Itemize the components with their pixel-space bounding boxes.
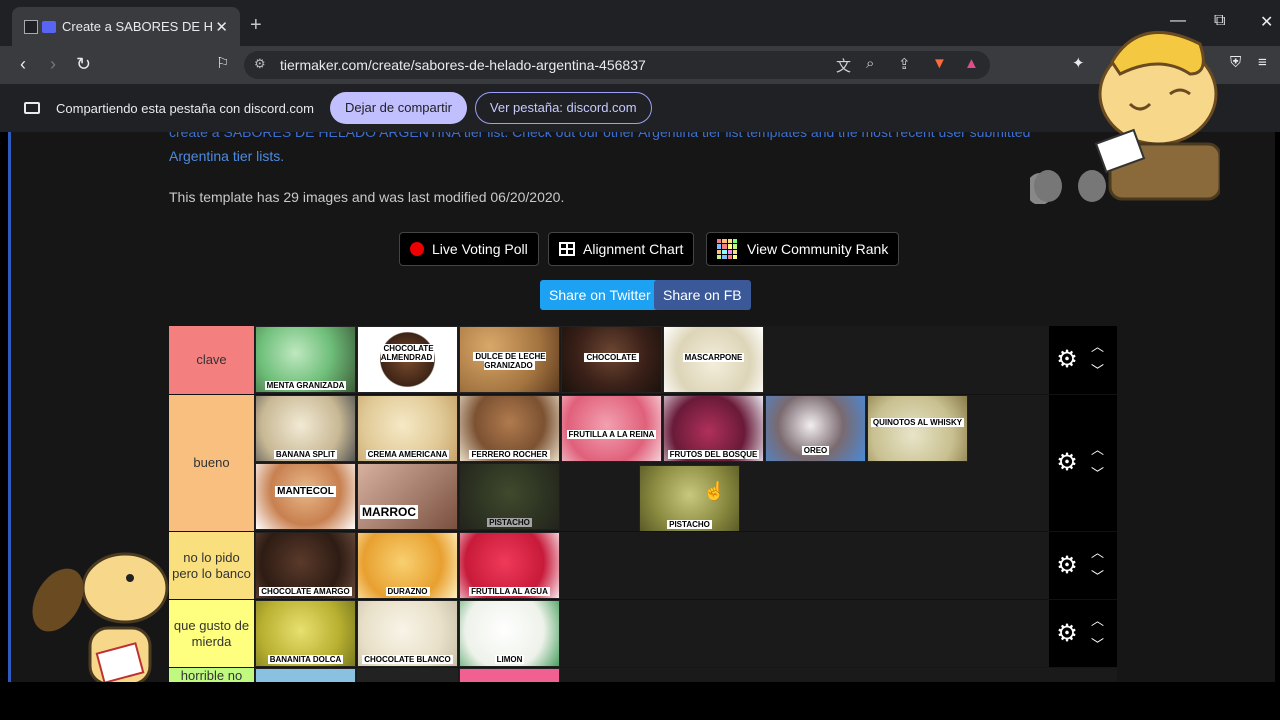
tier-item[interactable] — [357, 668, 458, 682]
move-up-icon[interactable]: ︿ — [1091, 610, 1104, 629]
tier-label[interactable]: que gusto de mierda — [169, 600, 254, 667]
tier-row-bueno: bueno BANANA SPLIT CREMA AMERICANA FERRE… — [169, 395, 1117, 532]
community-rank-label: View Community Rank — [747, 241, 889, 257]
forward-icon[interactable]: › — [50, 54, 56, 75]
tier-colors-icon — [717, 239, 737, 259]
stop-sharing-button[interactable]: Dejar de compartir — [329, 92, 467, 124]
record-icon — [410, 242, 424, 256]
tier-item[interactable] — [255, 668, 356, 682]
close-window-button[interactable]: ✕ — [1260, 12, 1273, 32]
menu-icon[interactable]: ≡ — [1258, 54, 1267, 71]
move-down-icon[interactable]: ﹀ — [1091, 463, 1104, 482]
community-rank-button[interactable]: View Community Rank — [706, 232, 900, 266]
tab-title: Create a SABORES DE HELADO ARGENTINA Tie… — [62, 19, 212, 34]
tier-item[interactable]: LIMON — [459, 600, 560, 667]
discord-share-icon — [42, 20, 56, 33]
tier-item[interactable]: FRUTILLA A LA REINA — [561, 395, 662, 462]
tier-item[interactable]: MARROC — [357, 463, 458, 530]
tier-row-clave: clave MENTA GRANIZADA CHOCOLATE ALMENDRA… — [169, 326, 1117, 394]
move-down-icon[interactable]: ﹀ — [1091, 360, 1104, 379]
tier-controls: ⚙ ︿ ﹀ — [1049, 532, 1117, 599]
tier-item[interactable]: OREO — [765, 395, 866, 462]
reload-icon[interactable]: ↻ — [76, 54, 91, 75]
brave-shield-icon[interactable]: ▼ — [932, 55, 947, 72]
move-up-icon[interactable]: ︿ — [1091, 336, 1104, 355]
settings-gear-icon[interactable]: ⚙ — [1055, 348, 1079, 372]
tier-row-no-lo-pido: no lo pido pero lo banco CHOCOLATE AMARG… — [169, 532, 1117, 599]
snoopy-overlay — [32, 552, 169, 686]
tier-label[interactable]: no lo pido pero lo banco — [169, 532, 254, 599]
tier-controls: ⚙ ︿ ﹀ — [1049, 395, 1117, 531]
tier-item[interactable]: MANTECOL — [255, 463, 356, 530]
view-tab-button[interactable]: Ver pestaña: discord.com — [474, 92, 652, 124]
url-text[interactable]: tiermaker.com/create/sabores-de-helado-a… — [280, 57, 646, 73]
tier-item[interactable]: CHOCOLATE AMARGO — [255, 532, 356, 599]
live-voting-button[interactable]: Live Voting Poll — [399, 232, 539, 266]
video-letterbox — [0, 682, 1280, 720]
argentina-tier-lists-link[interactable]: Argentina tier lists. — [169, 148, 284, 164]
address-bar[interactable]: ⚙ tiermaker.com/create/sabores-de-helado… — [244, 51, 990, 79]
settings-gear-icon[interactable]: ⚙ — [1055, 622, 1079, 646]
share-status-text: Compartiendo esta pestaña con discord.co… — [56, 100, 314, 116]
tier-item[interactable]: CREMA AMERICANA — [357, 395, 458, 462]
cartoon-character-overlay — [1030, 30, 1220, 204]
page-content: create a SABORES DE HELADO ARGENTINA tie… — [8, 132, 1275, 682]
move-down-icon[interactable]: ﹀ — [1091, 566, 1104, 585]
tier-item[interactable]: MENTA GRANIZADA — [255, 326, 356, 393]
cursor-hand-icon: ☝ — [703, 481, 726, 501]
share-twitter-button[interactable]: Share on Twitter — [540, 280, 660, 310]
tier-item[interactable]: FRUTOS DEL BOSQUE — [663, 395, 764, 462]
tiermaker-favicon-icon — [24, 19, 38, 34]
tier-label[interactable]: clave — [169, 326, 254, 394]
move-up-icon[interactable]: ︿ — [1091, 542, 1104, 561]
rewards-icon[interactable]: ▲ — [964, 55, 979, 72]
back-icon[interactable]: ‹ — [20, 54, 26, 75]
tier-controls: ⚙ ︿ ﹀ — [1049, 600, 1117, 667]
translate-icon[interactable]: 文 — [836, 55, 851, 76]
live-voting-label: Live Voting Poll — [432, 241, 528, 257]
vpn-icon[interactable]: ⛨ — [1230, 54, 1241, 71]
tier-item[interactable]: BANANA SPLIT — [255, 395, 356, 462]
tier-item[interactable]: FERRERO ROCHER — [459, 395, 560, 462]
tier-item[interactable] — [459, 668, 560, 682]
settings-gear-icon[interactable]: ⚙ — [1055, 554, 1079, 578]
tier-item[interactable]: CHOCOLATE ALMENDRAD — [357, 326, 458, 393]
tier-row-que-gusto: que gusto de mierda BANANITA DOLCA CHOCO… — [169, 600, 1117, 667]
tier-row-horrible: horrible no — [169, 668, 1117, 682]
tier-item[interactable]: CHOCOLATE BLANCO — [357, 600, 458, 667]
tier-item[interactable]: QUINOTOS AL WHISKY — [867, 395, 968, 462]
tier-label[interactable]: bueno — [169, 395, 254, 531]
tier-label[interactable]: horrible no — [169, 668, 254, 682]
browser-tab[interactable]: Create a SABORES DE HELADO ARGENTINA Tie… — [12, 7, 240, 46]
screen-share-icon — [24, 102, 40, 114]
bookmark-icon[interactable]: ⚐ — [216, 54, 229, 72]
share-icon[interactable]: ⇪ — [898, 55, 911, 73]
template-info: This template has 29 images and was last… — [169, 189, 565, 205]
move-down-icon[interactable]: ﹀ — [1091, 634, 1104, 653]
alignment-chart-label: Alignment Chart — [583, 241, 684, 257]
tier-item[interactable]: FRUTILLA AL AGUA — [459, 532, 560, 599]
tier-item[interactable]: MASCARPONE — [663, 326, 764, 393]
tier-item[interactable]: BANANITA DOLCA — [255, 600, 356, 667]
close-tab-icon[interactable]: ✕ — [215, 18, 228, 36]
tier-controls: ⚙ ︿ ﹀ — [1049, 326, 1117, 394]
tier-item[interactable]: DURAZNO — [357, 532, 458, 599]
move-up-icon[interactable]: ︿ — [1091, 439, 1104, 458]
tier-item-placeholder: PISTACHO — [459, 463, 560, 530]
alignment-chart-button[interactable]: Alignment Chart — [548, 232, 695, 266]
site-settings-icon[interactable]: ⚙ — [254, 56, 266, 72]
tier-item[interactable]: DULCE DE LECHE GRANIZADO — [459, 326, 560, 393]
zoom-icon[interactable]: ⌕ — [866, 55, 874, 72]
new-tab-button[interactable]: + — [250, 14, 262, 37]
grid-icon — [559, 242, 575, 256]
settings-gear-icon[interactable]: ⚙ — [1055, 451, 1079, 475]
share-fb-button[interactable]: Share on FB — [654, 280, 751, 310]
tier-item[interactable]: CHOCOLATE — [561, 326, 662, 393]
description-text: create a SABORES DE HELADO ARGENTINA tie… — [169, 132, 1031, 140]
